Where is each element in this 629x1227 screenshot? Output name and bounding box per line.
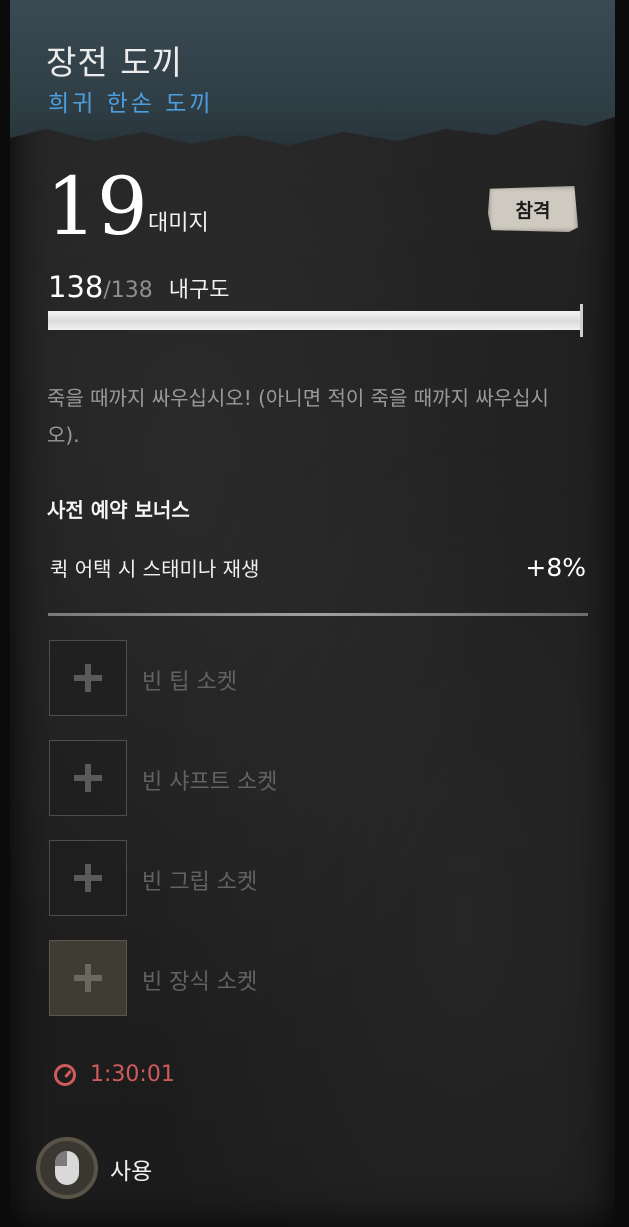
timer: 1:30:01 xyxy=(54,1062,175,1087)
socket-tip-label: 빈 팁 소켓 xyxy=(142,670,237,695)
bonus-value: +8% xyxy=(525,553,586,582)
timer-text: 1:30:01 xyxy=(90,1062,175,1087)
plus-icon xyxy=(74,964,102,992)
item-tooltip-panel: 장전 도끼 희귀 한손 도끼 19 대미지 참격 138 /138 내구도 죽을… xyxy=(10,0,615,1227)
bonus-name: 퀵 어택 시 스태미나 재생 xyxy=(50,557,260,581)
bonus-row: 퀵 어택 시 스태미나 재생 +8% xyxy=(50,553,586,582)
damage-label: 대미지 xyxy=(148,211,209,236)
flavor-text: 죽을 때까지 싸우십시오! (아니면 적이 죽을 때까지 싸우십시오). xyxy=(47,386,549,447)
socket-grip-slot[interactable] xyxy=(49,840,127,916)
socket-tip-slot[interactable] xyxy=(49,640,127,716)
divider xyxy=(48,613,588,616)
item-rarity-type: 희귀 한손 도끼 xyxy=(48,91,214,117)
bonus-heading: 사전 예약 보너스 xyxy=(47,498,190,522)
socket-grip-label: 빈 그립 소켓 xyxy=(142,870,258,895)
use-action-label[interactable]: 사용 xyxy=(110,1152,152,1186)
mouse-left-click-icon xyxy=(36,1137,98,1199)
plus-icon xyxy=(74,664,102,692)
durability-row: 138 /138 내구도 xyxy=(48,270,230,304)
durability-label: 내구도 xyxy=(168,278,230,303)
socket-shaft-slot[interactable] xyxy=(49,740,127,816)
durability-bar xyxy=(48,311,582,330)
socket-decoration-label: 빈 장식 소켓 xyxy=(142,970,258,995)
plus-icon xyxy=(74,864,102,892)
damage-value: 19 xyxy=(46,160,148,253)
socket-decoration-slot[interactable] xyxy=(49,940,127,1016)
item-name: 장전 도끼 xyxy=(46,43,183,82)
durability-max: /138 xyxy=(103,278,153,303)
mouse-icon xyxy=(55,1151,79,1185)
socket-shaft-label: 빈 샤프트 소켓 xyxy=(142,770,278,795)
stopwatch-icon xyxy=(54,1063,76,1086)
durability-bar-fill xyxy=(48,311,582,330)
damage-type-badge: 참격 xyxy=(488,186,578,232)
durability-current: 138 xyxy=(48,270,104,304)
plus-icon xyxy=(74,764,102,792)
durability-bar-end-tick xyxy=(580,304,583,337)
